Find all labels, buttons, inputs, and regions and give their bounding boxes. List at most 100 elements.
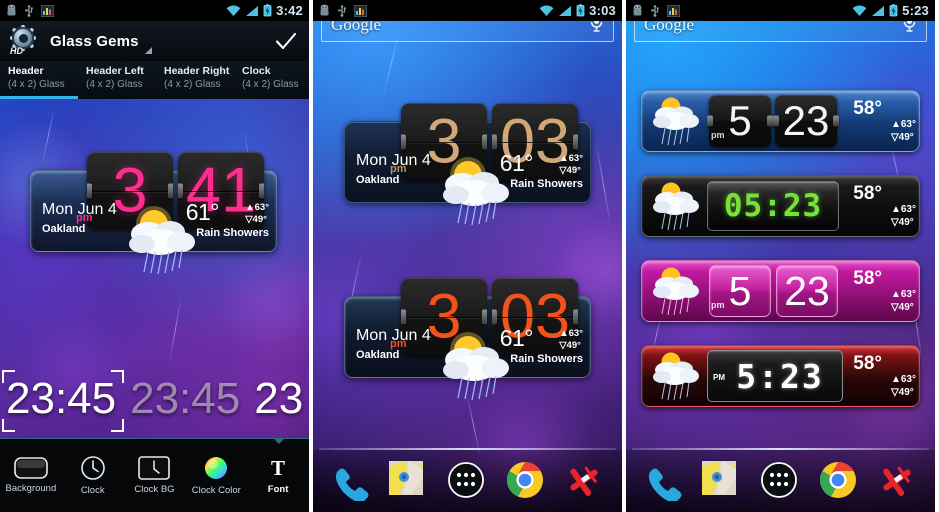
phone-icon <box>649 468 682 503</box>
tool-background[interactable]: Background <box>0 439 62 512</box>
lcd-panel: PM 5:23 <box>707 350 843 402</box>
hd-badge: HD <box>10 46 23 56</box>
dock-app-drawer-button[interactable] <box>447 461 487 501</box>
clock-style-preview-strip[interactable]: 23:45 23:45 23 <box>0 368 309 438</box>
widget-date: Mon Jun 4 <box>42 201 117 218</box>
usb-icon <box>338 5 346 17</box>
widget-blue-flip[interactable]: 5 23 pm 58° ▲63° ▽49° <box>641 90 920 152</box>
usb-icon <box>651 5 659 17</box>
status-icons-left <box>6 4 54 17</box>
dock-maps-button[interactable] <box>701 461 742 501</box>
app-title: Glass Gems <box>50 32 139 50</box>
tab-header-right[interactable]: Header Right (4 x 2) Glass <box>156 61 234 99</box>
widget-date: Mon Jun 4 <box>356 152 431 169</box>
temp-value: 58 <box>853 353 875 374</box>
widget-temperature: 58° <box>853 268 882 290</box>
temp-high: 63° <box>900 374 916 385</box>
flip-minute: 23 <box>773 95 839 147</box>
clock-bg-icon <box>138 456 171 480</box>
phone-icon <box>336 468 369 503</box>
wifi-icon <box>852 5 867 16</box>
tab-header-left[interactable]: Header Left (4 x 2) Glass <box>78 61 156 99</box>
maps-icon <box>388 461 423 495</box>
action-bar: HD Glass Gems <box>0 21 309 61</box>
flip-clock: 5 23 <box>707 95 839 147</box>
widget-date: Mon Jun 4 <box>356 327 431 344</box>
cell-signal-icon <box>559 5 572 16</box>
chevron-down-icon[interactable] <box>144 47 152 54</box>
app-drawer-icon <box>761 462 798 498</box>
dock-chrome-button[interactable] <box>819 461 859 501</box>
tab-title: Header Left <box>86 65 144 77</box>
preview-item[interactable]: 23 <box>254 374 303 424</box>
tab-title: Clock <box>242 65 271 77</box>
tool-clock-bg[interactable]: Clock BG <box>124 439 186 512</box>
widget-red-lcd[interactable]: PM 5:23 58° ▲63° ▽49° <box>641 345 920 407</box>
dock-chrome-button[interactable] <box>506 461 546 501</box>
dock-app-drawer-button[interactable] <box>760 461 800 501</box>
status-icons-right: 5:23 <box>852 3 929 18</box>
widget-preview-pink[interactable]: 3 41 pm Mon Jun 4 Oakland 61° ▲63° ▽49° … <box>30 152 277 275</box>
android-icon <box>633 4 642 16</box>
app-drawer-icon <box>448 462 485 498</box>
temp-degree: ° <box>874 98 882 119</box>
battery-charging-icon <box>576 4 585 17</box>
widget-pink-flip[interactable]: 5 23 pm 58° ▲63° ▽49° <box>641 260 920 322</box>
android-icon <box>7 4 16 16</box>
tab-clock[interactable]: Clock (4 x 2) Glass <box>234 61 306 99</box>
chrome-icon <box>820 462 857 498</box>
widget-home-orange[interactable]: 3 03 pm Mon Jun 4 Oakland 61° ▲63° ▽49° … <box>344 278 591 401</box>
dock-maps-button[interactable] <box>388 461 429 501</box>
rain-showers-icon <box>443 332 509 401</box>
widget-green-lcd[interactable]: 05:23 58° ▲63° ▽49° <box>641 175 920 237</box>
clock-face-icon <box>80 456 105 480</box>
app-icon: HD <box>10 25 38 56</box>
widget-high-low: ▲63° ▽49° <box>559 328 583 351</box>
lcd-time: 5:23 <box>736 356 824 396</box>
panel-widget-editor: 3:42 HD Glass Gems Header (4 x 2) Glass … <box>0 0 309 512</box>
lcd-panel: 05:23 <box>707 181 839 231</box>
rain-showers-icon <box>653 267 699 316</box>
battery-charging-icon <box>263 4 272 17</box>
selection-crop-marks <box>2 370 124 432</box>
android-icon <box>320 4 329 16</box>
temp-high: 63° <box>568 328 583 339</box>
status-icons-right: 3:42 <box>226 3 303 18</box>
status-icons-left <box>632 4 680 17</box>
dock-phone-button[interactable] <box>643 461 683 503</box>
dock-plane-button[interactable] <box>878 461 918 501</box>
widget-home-tan[interactable]: 3 03 pm Mon Jun 4 Oakland 61° ▲63° ▽49° … <box>344 103 591 226</box>
tool-label: Clock <box>80 485 105 496</box>
tool-clock[interactable]: Clock <box>62 439 124 512</box>
flip-clock: 5 23 <box>709 265 838 317</box>
dock-phone-button[interactable] <box>330 461 370 503</box>
temp-low: 49° <box>566 165 581 176</box>
widget-temperature: 58° <box>853 353 882 375</box>
wallpaper-2 <box>313 0 622 512</box>
signal-graph-icon <box>41 4 54 17</box>
temp-low: 49° <box>898 217 914 228</box>
tool-clock-color[interactable]: Clock Color <box>185 439 247 512</box>
widget-high-low: ▲63° ▽49° <box>890 204 916 228</box>
dock-plane-button[interactable] <box>565 461 605 501</box>
signal-graph-icon <box>354 4 367 17</box>
cell-signal-icon <box>872 5 885 16</box>
widget-city: Oakland <box>356 349 400 361</box>
temp-high: 63° <box>254 202 269 213</box>
temp-high: 63° <box>900 289 916 300</box>
widget-high-low: ▲63° ▽49° <box>245 202 269 225</box>
battery-charging-icon <box>889 4 898 17</box>
confirm-check-button[interactable] <box>273 28 299 54</box>
color-wheel-icon <box>205 457 228 479</box>
tool-label: Clock BG <box>134 484 175 495</box>
temp-degree: ° <box>874 268 882 289</box>
tab-header[interactable]: Header (4 x 2) Glass <box>0 61 78 99</box>
tool-font[interactable]: T Font <box>247 439 309 512</box>
temp-low: 49° <box>898 387 914 398</box>
temp-degree: ° <box>874 353 882 374</box>
widget-high-low: ▲63° ▽49° <box>890 119 916 143</box>
chrome-icon <box>507 462 544 498</box>
wifi-icon <box>226 5 241 16</box>
widget-tab-bar: Header (4 x 2) Glass Header Left (4 x 2)… <box>0 61 309 99</box>
preview-item[interactable]: 23:45 <box>130 374 240 424</box>
